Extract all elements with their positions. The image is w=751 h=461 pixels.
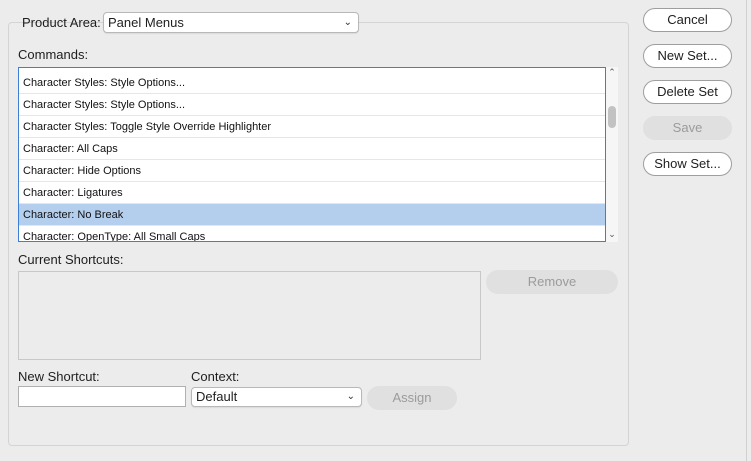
new-shortcut-label: New Shortcut: bbox=[18, 369, 100, 384]
assign-button[interactable]: Assign bbox=[367, 386, 457, 410]
context-value: Default bbox=[196, 389, 238, 404]
commands-scrollbar[interactable] bbox=[606, 67, 618, 242]
commands-list[interactable]: Character Styles: Style Options... Chara… bbox=[18, 67, 606, 242]
context-select[interactable]: Default ⌄ bbox=[191, 387, 362, 407]
list-item[interactable]: Character Styles: Style Options... bbox=[19, 94, 605, 116]
current-shortcuts-label: Current Shortcuts: bbox=[18, 252, 124, 267]
current-shortcuts-list[interactable] bbox=[18, 271, 481, 360]
list-item[interactable]: Character Styles: Style Options... bbox=[19, 72, 605, 94]
commands-label: Commands: bbox=[18, 47, 89, 62]
cancel-button[interactable]: Cancel bbox=[643, 8, 732, 32]
list-item[interactable]: Character: All Caps bbox=[19, 138, 605, 160]
window-edge bbox=[746, 0, 747, 461]
list-item[interactable]: Character: Hide Options bbox=[19, 160, 605, 182]
new-set-button[interactable]: New Set... bbox=[643, 44, 732, 68]
delete-set-button[interactable]: Delete Set bbox=[643, 80, 732, 104]
scroll-up-icon[interactable]: ⌃ bbox=[606, 67, 618, 78]
chevron-down-icon: ⌄ bbox=[346, 391, 355, 402]
remove-button[interactable]: Remove bbox=[486, 270, 618, 294]
product-area-label: Product Area: bbox=[22, 15, 101, 30]
context-label: Context: bbox=[191, 369, 240, 384]
scrollbar-thumb[interactable] bbox=[608, 106, 616, 128]
save-button[interactable]: Save bbox=[643, 116, 732, 140]
scroll-down-icon[interactable]: ⌄ bbox=[606, 229, 618, 240]
chevron-down-icon: ⌄ bbox=[343, 17, 352, 28]
list-item[interactable]: Character Styles: Toggle Style Override … bbox=[19, 116, 605, 138]
new-shortcut-input[interactable] bbox=[18, 386, 186, 407]
list-item-selected[interactable]: Character: No Break bbox=[19, 204, 605, 226]
show-set-button[interactable]: Show Set... bbox=[643, 152, 732, 176]
list-item[interactable]: Character: Ligatures bbox=[19, 182, 605, 204]
product-area-value: Panel Menus bbox=[108, 15, 184, 30]
list-item[interactable]: Character: OpenType: All Small Caps bbox=[19, 226, 605, 241]
product-area-select[interactable]: Panel Menus ⌄ bbox=[103, 12, 359, 33]
